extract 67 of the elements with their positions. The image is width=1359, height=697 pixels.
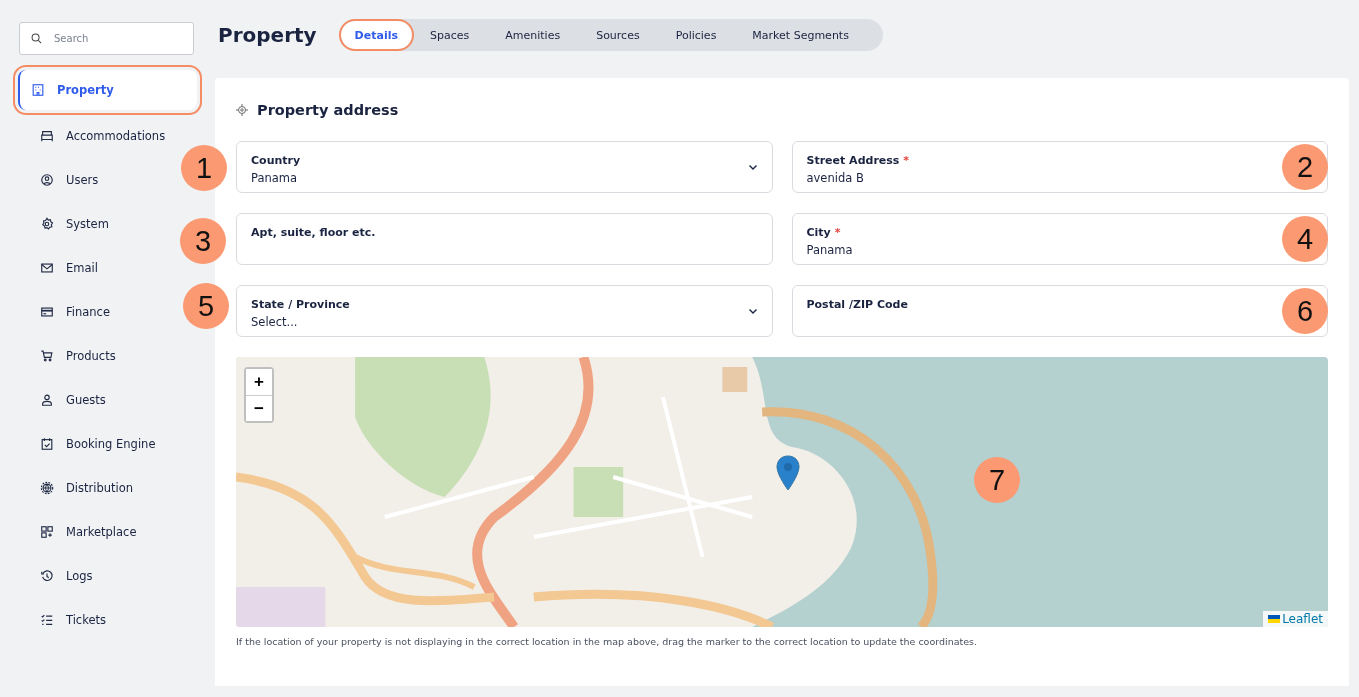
required-mark: * bbox=[834, 225, 841, 239]
map[interactable]: 7 + − Leaflet bbox=[236, 357, 1328, 627]
input-field[interactable]: Postal /ZIP Code 6 bbox=[791, 285, 1328, 337]
annotation-marker: 3 bbox=[180, 218, 226, 264]
search-field[interactable]: Search bbox=[19, 22, 194, 55]
building-icon bbox=[31, 83, 45, 97]
input-field[interactable]: Street Address * avenida B 2 bbox=[791, 141, 1328, 193]
tab[interactable]: Market Segments bbox=[734, 19, 867, 51]
apps-add-icon bbox=[40, 525, 54, 539]
annotation-marker: 1 bbox=[181, 145, 227, 191]
nav-item[interactable]: Guests bbox=[14, 378, 173, 422]
chevron-down-icon bbox=[747, 307, 758, 315]
nav-item[interactable]: Users bbox=[14, 158, 173, 202]
nav-item[interactable]: Accommodations bbox=[14, 114, 173, 158]
input-field[interactable]: City * Panama 4 bbox=[791, 213, 1328, 265]
nav-item[interactable]: Marketplace bbox=[14, 510, 173, 554]
field-label: Postal /ZIP Code bbox=[806, 297, 908, 311]
field-label: City bbox=[806, 225, 831, 239]
person-icon bbox=[40, 393, 54, 407]
zoom-out-button[interactable]: − bbox=[246, 395, 272, 421]
section-title: Property address bbox=[257, 102, 399, 118]
field-label: Street Address bbox=[806, 153, 900, 167]
cart-icon bbox=[40, 349, 54, 363]
checklist-icon bbox=[40, 613, 54, 627]
field-label: Country bbox=[251, 153, 301, 167]
required-mark: * bbox=[903, 153, 910, 167]
map-hint: If the location of your property is not displaying in the correct location in the map above, drag the marker to the correct location to update the coordinates. bbox=[236, 636, 979, 647]
page-title: Property bbox=[217, 22, 317, 49]
history-icon bbox=[40, 569, 54, 583]
nav-item[interactable]: Booking Engine bbox=[14, 422, 173, 466]
bed-icon bbox=[40, 129, 54, 143]
nav-item[interactable]: Email bbox=[14, 246, 173, 290]
tab[interactable]: Spaces bbox=[412, 19, 488, 51]
nav-item[interactable]: Distribution bbox=[14, 466, 173, 510]
nav-item[interactable]: Products bbox=[14, 334, 173, 378]
input-field[interactable]: Apt, suite, floor etc. bbox=[236, 213, 773, 265]
field-value: Panama bbox=[251, 170, 298, 185]
gear-icon bbox=[40, 217, 54, 231]
field-label: Apt, suite, floor etc. bbox=[251, 225, 376, 239]
tab[interactable]: Details bbox=[340, 21, 412, 49]
annotation-marker: 6 bbox=[1282, 288, 1328, 334]
flag-icon bbox=[1268, 615, 1281, 623]
field-label: State / Province bbox=[251, 297, 350, 311]
search-icon bbox=[31, 33, 42, 44]
chevron-down-icon bbox=[747, 163, 758, 171]
annotation-marker: 5 bbox=[183, 283, 229, 329]
calendar-check-icon bbox=[40, 437, 54, 451]
nav-item[interactable]: Finance bbox=[14, 290, 173, 334]
map-marker-icon[interactable] bbox=[776, 455, 800, 491]
nav-item[interactable]: Tickets bbox=[14, 598, 173, 642]
annotation-marker: 2 bbox=[1282, 144, 1328, 190]
nav-item[interactable]: Logs bbox=[14, 554, 173, 598]
tab[interactable]: Sources bbox=[578, 19, 658, 51]
location-target-icon bbox=[236, 104, 248, 116]
nav-item[interactable]: System bbox=[14, 202, 173, 246]
select-field[interactable]: State / Province Select... bbox=[236, 285, 773, 337]
tab[interactable]: Policies bbox=[657, 19, 735, 51]
field-placeholder: Select... bbox=[251, 314, 298, 329]
select-field[interactable]: Country Panama bbox=[236, 141, 773, 193]
globe-icon bbox=[40, 481, 54, 495]
tab[interactable]: Amenities bbox=[487, 19, 579, 51]
field-value: Panama bbox=[806, 242, 853, 257]
field-value: avenida B bbox=[806, 170, 864, 185]
credit-card-icon bbox=[40, 305, 54, 319]
user-circle-icon bbox=[40, 173, 54, 187]
annotation-marker: 4 bbox=[1282, 216, 1328, 262]
envelope-icon bbox=[40, 261, 54, 275]
